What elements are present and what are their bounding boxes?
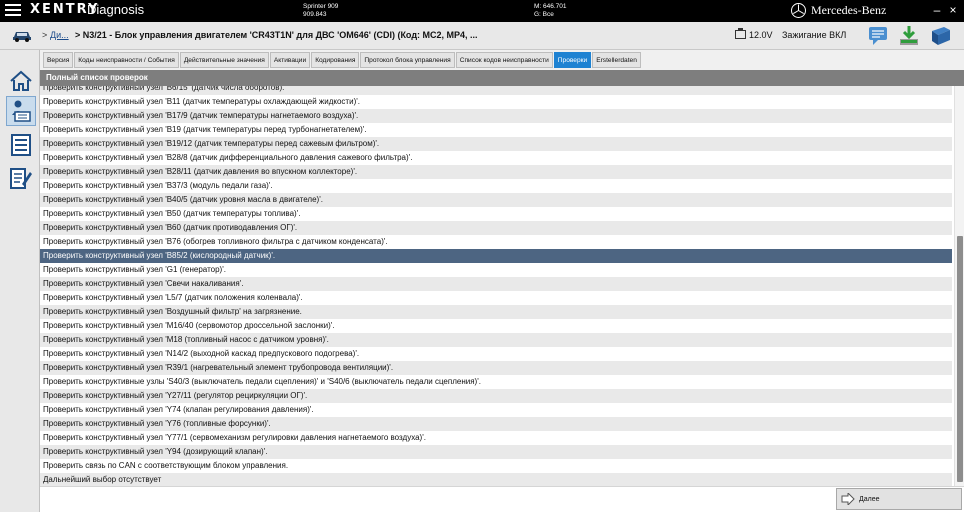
scrollbar-thumb[interactable]: [957, 236, 963, 482]
list-item[interactable]: Проверить конструктивный узел 'M18 (топл…: [40, 333, 952, 347]
mercedes-star-icon: [791, 3, 806, 18]
list-item-selected[interactable]: Проверить конструктивный узел 'B85/2 (ки…: [40, 249, 952, 263]
tab-7[interactable]: Проверки: [553, 52, 592, 68]
tab-2[interactable]: Действительные значения: [179, 52, 269, 68]
checks-list: Проверить конструктивный узел 'B6/15' (д…: [40, 86, 954, 486]
home-icon: [10, 70, 32, 91]
list-item[interactable]: Проверить конструктивный узел 'Y94 (дози…: [40, 445, 952, 459]
vehicle-model: Sprinter 909: [303, 3, 339, 10]
list-item[interactable]: Проверить конструктивный узел 'B60 (датч…: [40, 221, 952, 235]
list-item[interactable]: Дальнейший выбор отсутствует: [40, 473, 952, 486]
list-item[interactable]: Проверить конструктивный узел 'B17/9 (да…: [40, 109, 952, 123]
list-item[interactable]: Проверить конструктивный узел 'B6/15' (д…: [40, 86, 952, 95]
list-item[interactable]: Проверить конструктивный узел 'Y76 (топл…: [40, 417, 952, 431]
ignition-status: Зажигание ВКЛ: [782, 30, 847, 40]
tab-bar: Версия Коды неисправности / События Действ…: [43, 52, 642, 68]
download-icon[interactable]: [898, 25, 920, 47]
mileage: M: 646.701: [534, 3, 567, 10]
tab-0[interactable]: Версия: [43, 52, 74, 68]
header-bar: > Ди... > N3/21 - Блок управления двигат…: [0, 22, 964, 50]
left-sidebar: [0, 50, 40, 512]
home-button[interactable]: [6, 66, 36, 96]
tab-1[interactable]: Коды неисправности / События: [74, 52, 179, 68]
list-item[interactable]: Проверить конструктивный узел 'G1 (генер…: [40, 263, 952, 277]
page-title: > N3/21 - Блок управления двигателем 'CR…: [75, 30, 478, 40]
list-item[interactable]: Проверить конструктивный узел 'B37/3 (мо…: [40, 179, 952, 193]
next-button-label: Далее: [859, 495, 880, 503]
book-icon[interactable]: [930, 25, 952, 47]
list-icon: [11, 134, 31, 156]
gear: G: Все: [534, 11, 554, 18]
tab-8[interactable]: Erstellerdaten: [592, 52, 641, 68]
title-bar: XENTRY Diagnosis Sprinter 909 909.843 M:…: [0, 0, 964, 22]
tab-4[interactable]: Кодирования: [311, 52, 360, 68]
list-item[interactable]: Проверить конструктивный узел 'Свечи нак…: [40, 277, 952, 291]
battery-icon: [735, 28, 746, 39]
list-item[interactable]: Проверить конструктивный узел 'B28/11 (д…: [40, 165, 952, 179]
vehicle-code: 909.843: [303, 11, 327, 18]
close-button[interactable]: ×: [946, 1, 960, 19]
list-item[interactable]: Проверить конструктивный узел 'M16/40 (с…: [40, 319, 952, 333]
diagnosis-button[interactable]: [6, 96, 36, 126]
notes-button[interactable]: [6, 163, 36, 193]
list-item[interactable]: Проверить конструктивный узел 'B19/12 (д…: [40, 137, 952, 151]
hamburger-icon[interactable]: [5, 4, 21, 18]
panel-heading: Полный список проверок: [40, 70, 964, 86]
list-item[interactable]: Проверить конструктивный узел 'B40/5 (да…: [40, 193, 952, 207]
diagnosis-person-icon: [12, 100, 31, 122]
list-item[interactable]: Проверить конструктивный узел 'B19 (датч…: [40, 123, 952, 137]
tab-5[interactable]: Протокол блока управления: [360, 52, 455, 68]
list-item[interactable]: Проверить конструктивный узел 'B50 (датч…: [40, 207, 952, 221]
list-item[interactable]: Проверить конструктивный узел 'Y74 (клап…: [40, 403, 952, 417]
list-scrollbar[interactable]: [954, 86, 964, 486]
mercedes-brand-text: Mercedes-Benz: [811, 3, 887, 17]
next-button[interactable]: Далее: [836, 488, 962, 510]
list-item[interactable]: Проверить конструктивный узел 'N14/2 (вы…: [40, 347, 952, 361]
checks-panel: Полный список проверок Проверить констру…: [40, 70, 964, 512]
car-icon[interactable]: [12, 29, 32, 42]
list-item[interactable]: Проверить конструктивный узел 'Y27/11 (р…: [40, 389, 952, 403]
minimize-button[interactable]: –: [930, 1, 944, 19]
breadcrumb-link[interactable]: Ди...: [50, 30, 69, 40]
notes-icon: [10, 168, 32, 189]
footer-divider: [40, 486, 964, 487]
arrow-right-icon: [841, 493, 855, 505]
brand-subtitle: Diagnosis: [87, 2, 145, 17]
vehicle-info: Sprinter 909 909.843: [303, 3, 338, 19]
list-item[interactable]: Проверить конструктивный узел 'Воздушный…: [40, 305, 952, 319]
tab-6[interactable]: Список кодов неисправности: [455, 52, 553, 68]
chat-icon[interactable]: [868, 25, 890, 47]
list-item[interactable]: Проверить конструктивные узлы 'S40/3 (вы…: [40, 375, 952, 389]
mileage-info: M: 646.701 G: Все: [534, 3, 567, 19]
list-item[interactable]: Проверить конструктивный узел 'Y77/1 (се…: [40, 431, 952, 445]
list-item[interactable]: Проверить конструктивный узел 'B76 (обог…: [40, 235, 952, 249]
breadcrumb-arrow: >: [42, 30, 48, 40]
list-item[interactable]: Проверить конструктивный узел 'B28/8 (да…: [40, 151, 952, 165]
list-item[interactable]: Проверить конструктивный узел 'B11 (датч…: [40, 95, 952, 109]
voltage-value: 12.0V: [749, 30, 773, 40]
tab-3[interactable]: Активации: [269, 52, 311, 68]
list-button[interactable]: [6, 130, 36, 160]
list-item[interactable]: Проверить связь по CAN с соответствующим…: [40, 459, 952, 473]
list-item[interactable]: Проверить конструктивный узел 'R39/1 (на…: [40, 361, 952, 375]
list-item[interactable]: Проверить конструктивный узел 'L5/7 (дат…: [40, 291, 952, 305]
